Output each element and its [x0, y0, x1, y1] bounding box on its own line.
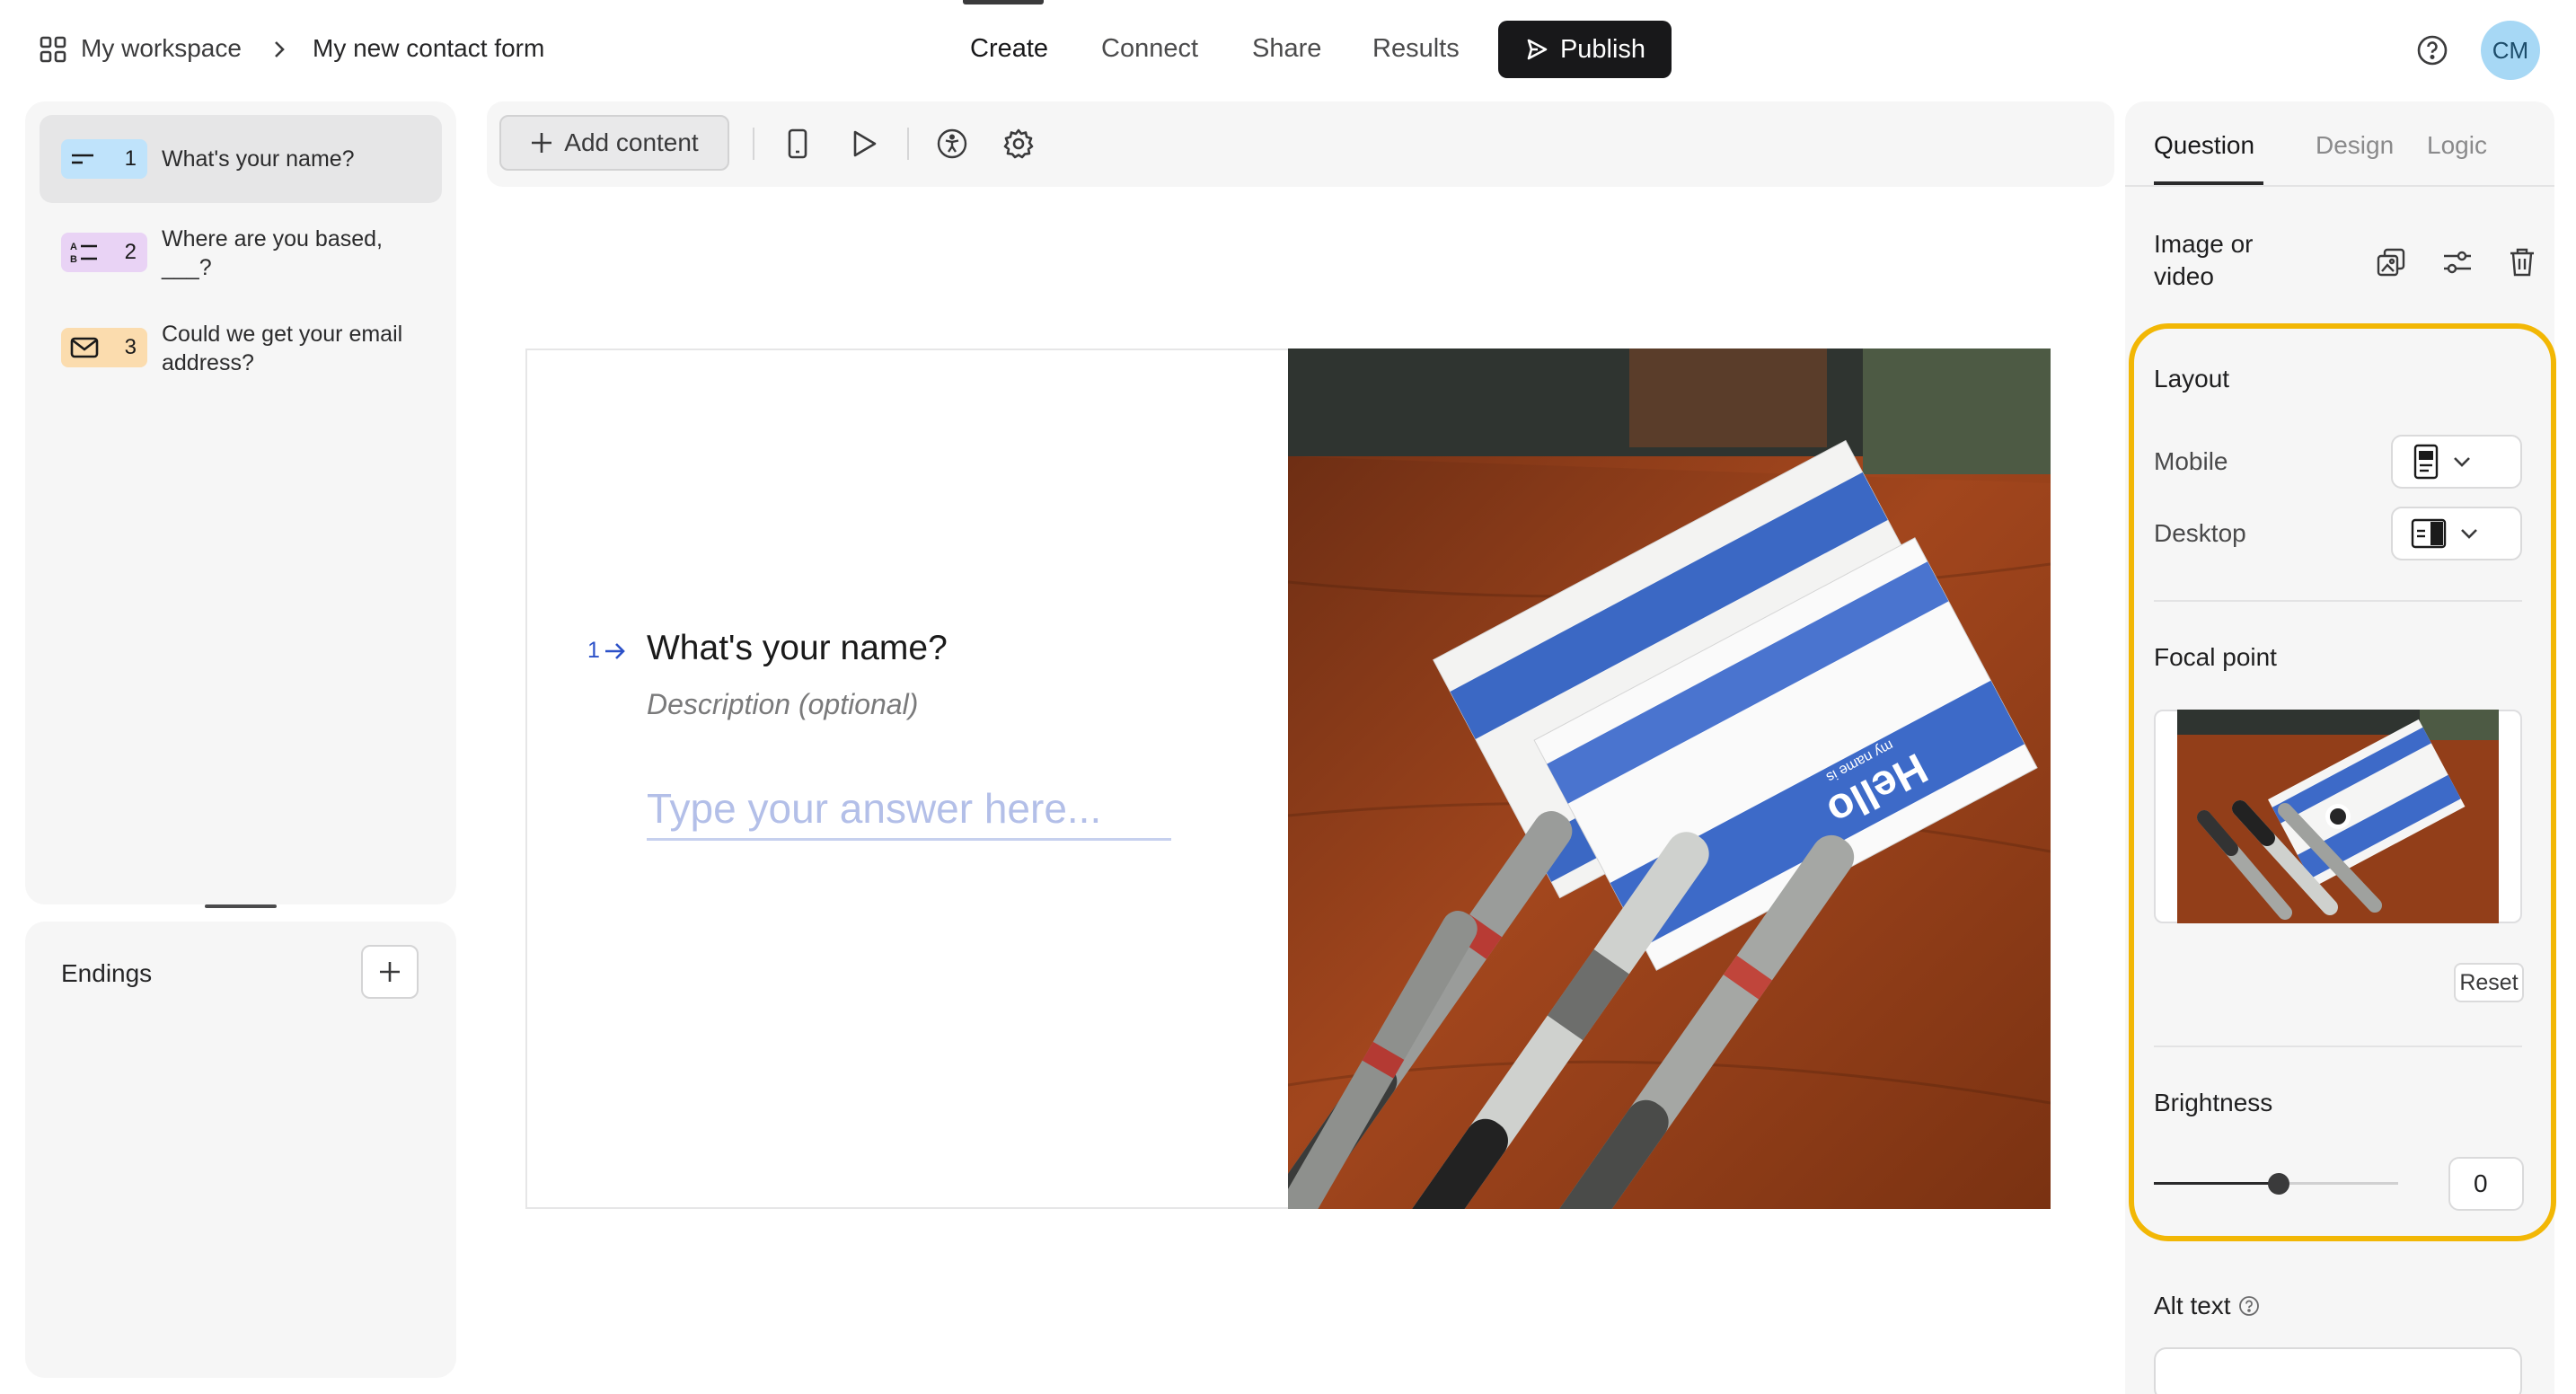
question-text: What's your name?	[162, 146, 355, 172]
tab-logic[interactable]: Logic	[2427, 131, 2487, 160]
chevron-down-icon	[2459, 527, 2479, 540]
question-description[interactable]: Description (optional)	[647, 688, 918, 721]
chevron-down-icon	[2452, 455, 2472, 468]
desktop-label: Desktop	[2154, 519, 2246, 547]
breadcrumb-workspace[interactable]: My workspace	[81, 34, 242, 63]
question-title[interactable]: What's your name?	[647, 629, 948, 668]
section-divider	[2154, 1046, 2522, 1047]
play-preview-icon[interactable]	[844, 124, 884, 163]
breadcrumb-form-name[interactable]: My new contact form	[313, 34, 544, 63]
plus-icon	[378, 960, 401, 984]
image-video-label: Image or video	[2154, 230, 2254, 290]
svg-text:A: A	[70, 242, 77, 252]
brightness-heading: Brightness	[2154, 1089, 2273, 1116]
brightness-slider-thumb[interactable]	[2268, 1173, 2289, 1195]
arrow-right-icon	[604, 641, 627, 661]
question-badge: 3	[61, 328, 147, 367]
publish-label: Publish	[1559, 34, 1646, 64]
short-text-icon	[70, 152, 97, 166]
nav-active-indicator	[963, 0, 1044, 4]
nav-tab-share[interactable]: Share	[1252, 34, 1321, 64]
reset-button[interactable]: Reset	[2454, 963, 2524, 1002]
replace-image-icon[interactable]	[2371, 243, 2411, 282]
delete-trash-icon[interactable]	[2502, 243, 2542, 282]
mobile-label: Mobile	[2154, 447, 2228, 475]
nav-tab-connect[interactable]: Connect	[1101, 34, 1198, 64]
chevron-right-icon	[272, 40, 287, 59]
user-avatar[interactable]: CM	[2481, 21, 2540, 80]
alt-text-input[interactable]	[2154, 1347, 2522, 1394]
send-icon	[1524, 37, 1549, 62]
active-tab-indicator	[2154, 181, 2263, 185]
desktop-layout-select[interactable]	[2391, 507, 2522, 560]
accessibility-icon[interactable]	[932, 124, 972, 163]
tab-design[interactable]: Design	[2316, 131, 2394, 160]
mobile-layout-icon	[2413, 444, 2439, 480]
question-text: Could we get your email address?	[162, 322, 403, 375]
help-icon[interactable]	[2416, 34, 2448, 66]
question-item-1[interactable]: 1 What's your name?	[40, 115, 442, 203]
focal-point-picker[interactable]	[2154, 710, 2522, 923]
toolbar-divider	[907, 128, 909, 160]
answer-input[interactable]	[647, 778, 1171, 841]
section-divider	[2154, 600, 2522, 602]
settings-gear-icon[interactable]	[999, 124, 1038, 163]
question-badge: A B 2	[61, 233, 147, 272]
brightness-slider-fill	[2154, 1182, 2278, 1185]
plus-icon	[530, 131, 553, 154]
question-item-3[interactable]: 3 Could we get your email address?	[40, 311, 442, 399]
workspace-grid-icon[interactable]	[40, 36, 66, 63]
layout-heading: Layout	[2154, 365, 2230, 393]
panel-resize-handle[interactable]	[205, 904, 277, 908]
toolbar-divider	[753, 128, 754, 160]
email-icon	[70, 337, 99, 358]
mobile-preview-icon[interactable]	[778, 124, 817, 163]
mobile-layout-select[interactable]	[2391, 435, 2522, 489]
tab-question[interactable]: Question	[2154, 131, 2254, 160]
multiple-choice-icon: A B	[70, 240, 101, 265]
question-text: Where are you based, ___?	[162, 226, 383, 280]
svg-text:B: B	[70, 254, 77, 265]
question-item-2[interactable]: A B 2 Where are you based, ___?	[40, 216, 442, 304]
editor-toolbar	[487, 101, 2114, 187]
focal-point-heading: Focal point	[2154, 643, 2277, 671]
adjust-sliders-icon[interactable]	[2438, 243, 2477, 282]
question-image[interactable]: Hello my name is	[1288, 348, 2051, 1209]
add-content-button[interactable]: Add content	[499, 115, 729, 171]
tabs-divider	[2125, 185, 2554, 187]
info-question-icon[interactable]	[2238, 1295, 2260, 1317]
nav-tab-results[interactable]: Results	[1372, 34, 1460, 64]
endings-label: Endings	[61, 959, 153, 987]
add-ending-button[interactable]	[361, 945, 419, 999]
brightness-value-input[interactable]: 0	[2448, 1157, 2524, 1211]
nav-tab-create[interactable]: Create	[970, 34, 1048, 64]
alt-text-heading: Alt text	[2154, 1292, 2260, 1320]
add-content-label: Add content	[564, 128, 699, 156]
desktop-layout-icon	[2411, 518, 2447, 549]
publish-button[interactable]: Publish	[1498, 21, 1672, 78]
question-index: 1	[587, 638, 627, 664]
question-badge: 1	[61, 139, 147, 179]
